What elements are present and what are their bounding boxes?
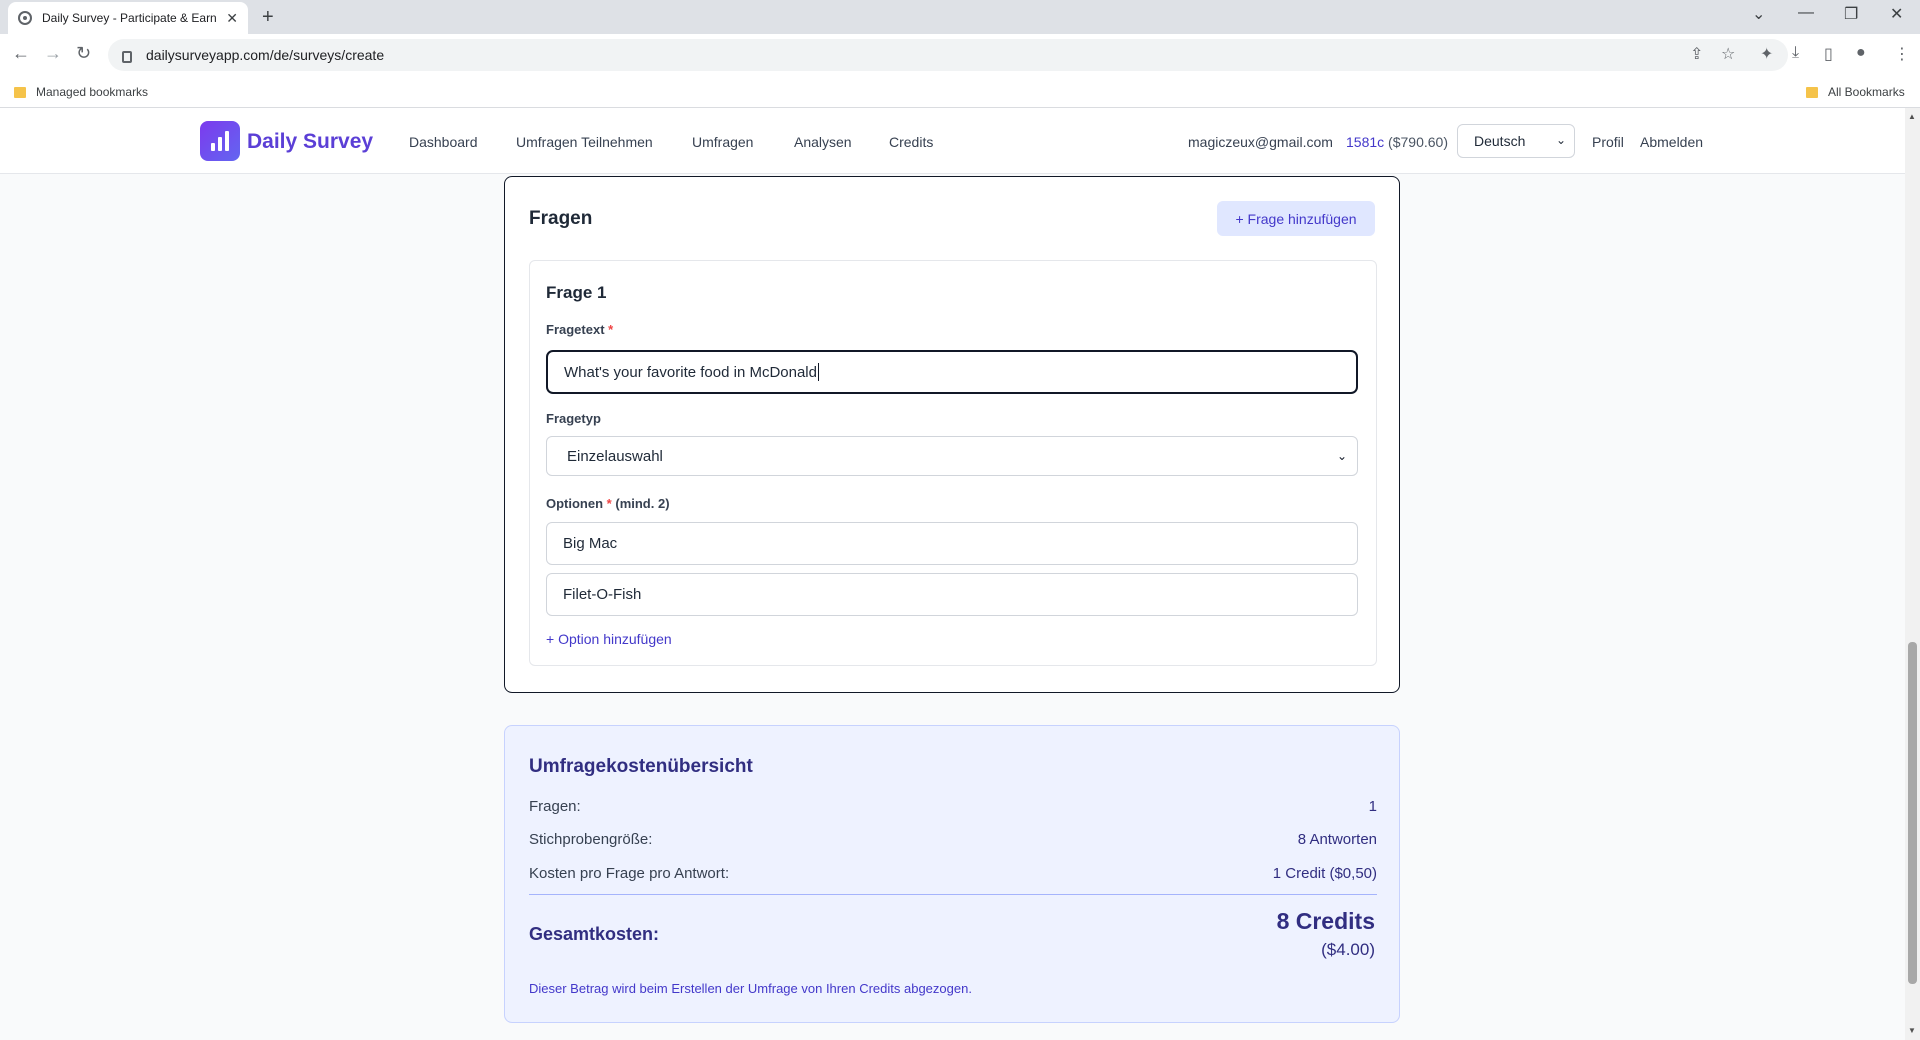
chevron-down-icon: ⌄ [1336, 449, 1347, 463]
scroll-thumb[interactable] [1908, 642, 1917, 984]
credits-usd: ($790.60) [1388, 134, 1448, 150]
questions-card: Fragen + Frage hinzufügen Frage 1 Fraget… [504, 176, 1400, 693]
nav-surveys[interactable]: Umfragen [692, 134, 753, 150]
nav-credits[interactable]: Credits [889, 134, 933, 150]
user-email: magiczeux@gmail.com [1188, 134, 1333, 150]
questions-title: Fragen [529, 208, 593, 229]
question-text-value: What's your favorite food in McDonald [564, 363, 817, 381]
cost-summary-title: Umfragekostenübersicht [529, 756, 753, 777]
cost-divider [529, 894, 1377, 895]
question-text-label-text: Fragetext [546, 322, 605, 337]
folder-icon [1806, 86, 1818, 98]
option-input[interactable]: Filet-O-Fish [546, 573, 1358, 616]
new-tab-icon[interactable]: + [262, 6, 274, 29]
menu-icon[interactable]: ⋮ [1894, 44, 1910, 64]
question-text-input[interactable]: What's your favorite food in McDonald [546, 350, 1358, 394]
nav-analytics[interactable]: Analysen [794, 134, 852, 150]
minimize-icon[interactable]: — [1798, 4, 1814, 22]
text-caret [817, 363, 819, 381]
scroll-down-icon[interactable]: ▼ [1908, 1026, 1916, 1035]
address-bar[interactable]: dailysurveyapp.com/de/surveys/create [108, 39, 1788, 71]
all-bookmarks-label: All Bookmarks [1828, 85, 1905, 99]
credits-balance: 1581c ($790.60) [1346, 134, 1448, 150]
back-icon[interactable]: ← [12, 43, 30, 64]
all-bookmarks[interactable]: All Bookmarks [1806, 85, 1905, 99]
nav-dashboard[interactable]: Dashboard [409, 134, 478, 150]
question-item: Frage 1 Fragetext * What's your favorite… [529, 260, 1377, 666]
extensions-icon[interactable]: ✦ [1760, 44, 1773, 64]
add-question-button[interactable]: + Frage hinzufügen [1217, 201, 1375, 236]
nav-participate[interactable]: Umfragen Teilnehmen [516, 134, 653, 150]
profile-link[interactable]: Profil [1592, 134, 1624, 150]
cost-row-questions: Fragen: 1 [529, 798, 1377, 815]
cost-row-value: 1 Credit ($0,50) [1272, 865, 1377, 882]
url-text: dailysurveyapp.com/de/surveys/create [146, 47, 385, 63]
required-marker: * [606, 496, 612, 511]
download-icon[interactable]: ⤓ [1792, 44, 1799, 62]
browser-tab[interactable]: Daily Survey - Participate & Earn ✕ [8, 2, 248, 34]
forward-icon[interactable]: → [44, 43, 62, 64]
share-icon[interactable]: ⇪ [1690, 44, 1703, 64]
logout-link[interactable]: Abmelden [1640, 134, 1703, 150]
required-marker: * [608, 322, 614, 337]
managed-bookmarks-label: Managed bookmarks [36, 85, 149, 99]
cost-row-label: Fragen: [529, 798, 581, 815]
total-cost-credits: 8 Credits [1276, 908, 1375, 934]
folder-icon [14, 86, 26, 98]
option-input[interactable]: Big Mac [546, 522, 1358, 565]
bookmark-star-icon[interactable]: ☆ [1721, 44, 1735, 64]
managed-bookmarks[interactable]: Managed bookmarks [14, 85, 148, 99]
options-label: Optionen * (mind. 2) [546, 496, 670, 511]
tab-title: Daily Survey - Participate & Earn [42, 11, 217, 25]
add-option-link[interactable]: + Option hinzufügen [546, 631, 672, 647]
bookmarks-bar: Managed bookmarks All Bookmarks [0, 76, 1920, 108]
cost-row-label: Stichprobengröße: [529, 831, 653, 848]
credits-count: 1581c [1346, 134, 1385, 150]
side-panel-icon[interactable]: ▯ [1824, 44, 1833, 64]
site-favicon-icon [18, 11, 32, 25]
option-value: Big Mac [563, 535, 618, 552]
cost-row-label: Kosten pro Frage pro Antwort: [529, 865, 730, 882]
total-cost-usd: ($4.00) [1321, 940, 1375, 959]
logo-icon[interactable] [200, 121, 240, 161]
scroll-up-icon[interactable]: ▲ [1908, 112, 1916, 121]
browser-toolbar: ← → ↻ dailysurveyapp.com/de/surveys/crea… [0, 34, 1920, 76]
question-heading: Frage 1 [546, 283, 607, 302]
cost-summary-card: Umfragekostenübersicht Fragen: 1 Stichpr… [504, 725, 1400, 1023]
question-type-value: Einzelauswahl [567, 447, 663, 465]
cost-row-per-answer: Kosten pro Frage pro Antwort: 1 Credit (… [529, 865, 1377, 882]
browser-tab-bar: Daily Survey - Participate & Earn ✕ + ⌄ … [0, 0, 1920, 34]
lock-icon [122, 51, 132, 63]
cost-row-value: 8 Antworten [1297, 831, 1377, 848]
restore-icon[interactable]: ❐ [1844, 4, 1858, 24]
options-hint: (mind. 2) [615, 496, 670, 511]
total-cost-label: Gesamtkosten: [529, 924, 660, 944]
chevron-down-icon: ⌄ [1555, 133, 1566, 147]
tab-close-icon[interactable]: ✕ [226, 10, 238, 27]
profile-icon[interactable]: ● [1856, 44, 1866, 62]
reload-icon[interactable]: ↻ [76, 43, 91, 64]
question-type-label: Fragetyp [546, 411, 601, 426]
tab-search-icon[interactable]: ⌄ [1752, 4, 1765, 24]
app-header: Daily Survey Dashboard Umfragen Teilnehm… [0, 108, 1905, 174]
language-select[interactable]: Deutsch ⌄ [1457, 124, 1575, 158]
question-text-label: Fragetext * [546, 322, 613, 337]
cost-note: Dieser Betrag wird beim Erstellen der Um… [529, 981, 972, 996]
options-label-text: Optionen [546, 496, 604, 511]
page-scrollbar[interactable]: ▲ ▼ [1905, 108, 1920, 1040]
cost-row-value: 1 [1368, 798, 1377, 815]
close-window-icon[interactable]: ✕ [1890, 4, 1903, 24]
option-value: Filet-O-Fish [563, 586, 642, 603]
cost-row-sample-size: Stichprobengröße: 8 Antworten [529, 831, 1377, 848]
question-type-select[interactable]: Einzelauswahl ⌄ [546, 436, 1358, 476]
brand-name[interactable]: Daily Survey [247, 130, 373, 154]
language-value: Deutsch [1474, 133, 1526, 149]
